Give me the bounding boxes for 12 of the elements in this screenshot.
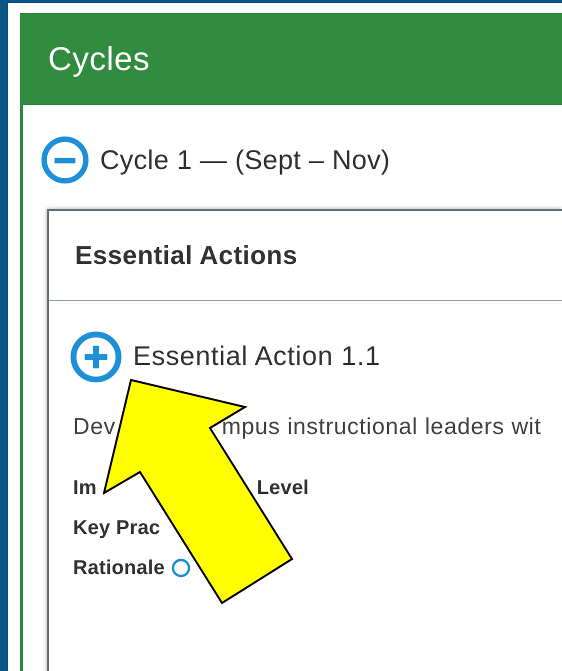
field-label: Im — [73, 476, 97, 500]
minus-circle-icon[interactable] — [40, 135, 90, 186]
description-text: Dev — [73, 412, 116, 440]
cycle-title[interactable]: Cycle 1 — (Sept – Nov) — [100, 140, 390, 180]
panel-title: Cycles — [48, 39, 150, 80]
field-label: Rationale — [73, 556, 165, 580]
plus-circle-icon[interactable] — [69, 330, 123, 384]
description-text: mpus instructional leaders wit — [222, 412, 542, 441]
action-title[interactable]: Essential Action 1.1 — [133, 336, 381, 377]
field-label: Level — [256, 476, 309, 500]
card-title: Essential Actions — [75, 238, 298, 272]
field-label: Key Prac — [73, 516, 160, 540]
